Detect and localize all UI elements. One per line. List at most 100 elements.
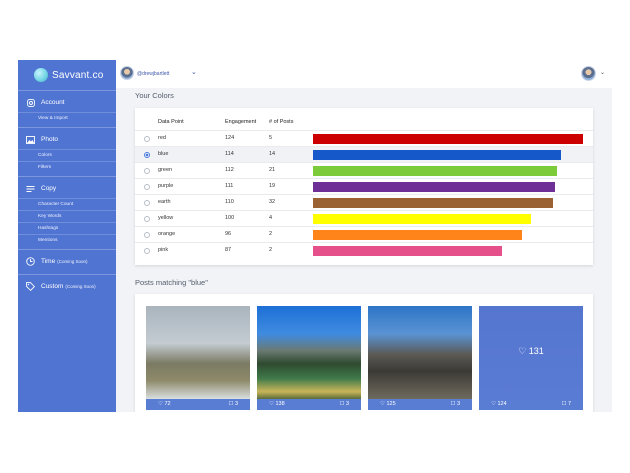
logo-mark-icon xyxy=(34,68,48,82)
posts-heading: Posts matching "blue" xyxy=(135,278,208,287)
sidebar-item-label: Custom xyxy=(41,283,64,290)
engagement-bar xyxy=(313,150,561,160)
engagement-bar xyxy=(313,214,531,224)
post-image xyxy=(146,306,250,399)
coming-soon-note: (Coming Soon) xyxy=(65,284,96,289)
comments-count: 7 xyxy=(567,401,571,407)
brand-name: Savvant.co xyxy=(52,69,104,81)
color-radio[interactable] xyxy=(144,200,150,206)
sidebar-subitem-mentions[interactable]: Mentions xyxy=(18,234,116,246)
color-radio[interactable] xyxy=(144,136,150,142)
colors-table-card: Data Point Engagement # of Posts red 124 5… xyxy=(135,108,593,265)
overlay-likes-count: 131 xyxy=(528,346,544,356)
comments-count: 3 xyxy=(234,401,238,407)
account-avatar[interactable] xyxy=(120,66,134,80)
post-tile[interactable]: ♡ 72 ☐ 3 xyxy=(146,306,250,410)
post-tile[interactable]: ♡ 138 ☐ 3 xyxy=(257,306,361,410)
engagement-value: 87 xyxy=(225,247,232,253)
sidebar-subitem-key-words[interactable]: Key Words xyxy=(18,210,116,222)
col-header-engagement: Engagement xyxy=(225,119,257,125)
color-radio[interactable] xyxy=(144,216,150,222)
chevron-down-icon[interactable]: ⌄ xyxy=(191,68,197,76)
sidebar-item-label: Copy xyxy=(41,185,57,192)
user-menu-chevron-icon[interactable]: ⌄ xyxy=(600,69,605,76)
color-name: green xyxy=(158,167,173,173)
likes-count: 124 xyxy=(497,401,507,407)
sidebar-group-time: Time (Coming Soon) xyxy=(18,249,116,274)
posts-count: 2 xyxy=(269,247,273,253)
user-avatar[interactable] xyxy=(581,66,596,81)
post-tile[interactable]: ♡ 125 ☐ 3 xyxy=(368,306,472,410)
tag-icon xyxy=(26,282,35,291)
posts-count: 2 xyxy=(269,231,273,237)
engagement-bar xyxy=(313,198,553,208)
clock-icon xyxy=(26,257,35,266)
engagement-bar xyxy=(313,166,557,176)
color-row[interactable]: red 124 5 xyxy=(135,130,593,146)
posts-count: 19 xyxy=(269,183,276,189)
engagement-value: 111 xyxy=(225,183,234,189)
sidebar-subitem-view-import[interactable]: View & Import xyxy=(18,112,116,124)
post-stats-bar: ♡ 125 ☐ 3 xyxy=(368,399,472,410)
sidebar-subitem-character-count[interactable]: Character Count xyxy=(18,198,116,210)
color-row[interactable]: earth 110 32 xyxy=(135,194,593,210)
post-image xyxy=(257,306,361,399)
color-row[interactable]: blue 114 14 xyxy=(135,146,593,162)
color-name: red xyxy=(158,135,166,141)
sidebar-item-label: Account xyxy=(41,99,65,106)
posts-count: 14 xyxy=(269,151,276,157)
color-name: yellow xyxy=(158,215,174,221)
color-name: purple xyxy=(158,183,174,189)
color-radio[interactable] xyxy=(144,168,150,174)
color-radio[interactable] xyxy=(144,152,150,158)
engagement-value: 110 xyxy=(225,199,234,205)
posts-count: 4 xyxy=(269,215,273,221)
sidebar-group-photo: Photo Colors Filters xyxy=(18,127,116,176)
sidebar-item-copy[interactable]: Copy xyxy=(18,179,116,198)
engagement-value: 96 xyxy=(225,231,232,237)
sidebar-nav: Account View & Import Photo Colors Filters Co… xyxy=(18,90,116,299)
sidebar-group-copy: Copy Character Count Key Words Hashtags Ment… xyxy=(18,176,116,249)
likes-count: 138 xyxy=(275,401,285,407)
color-radio[interactable] xyxy=(144,248,150,254)
engagement-bar xyxy=(313,134,583,144)
sidebar: Savvant.co Account View & Import Photo Colo… xyxy=(18,60,116,412)
color-row[interactable]: purple 111 19 xyxy=(135,178,593,194)
color-row[interactable]: pink 87 2 xyxy=(135,242,593,258)
sidebar-item-label: Time xyxy=(41,258,56,265)
color-row[interactable]: green 112 21 xyxy=(135,162,593,178)
heart-icon: ♡ xyxy=(518,346,529,356)
coming-soon-note: (Coming Soon) xyxy=(57,259,88,264)
account-handle[interactable]: @drewjbartlett xyxy=(137,71,169,77)
brand-logo[interactable]: Savvant.co xyxy=(18,60,116,90)
post-likes: ♡ 124 xyxy=(491,401,507,407)
post-stats-bar: ♡ 124 ☐ 7 xyxy=(479,399,583,410)
post-stats-bar: ♡ 138 ☐ 3 xyxy=(257,399,361,410)
color-radio[interactable] xyxy=(144,232,150,238)
post-tile[interactable]: ♡ 131 ♡ 124 ☐ 7 xyxy=(479,306,583,410)
image-icon xyxy=(26,135,35,144)
instagram-icon xyxy=(26,98,35,107)
color-row[interactable]: yellow 100 4 xyxy=(135,210,593,226)
posts-count: 5 xyxy=(269,135,273,141)
sidebar-group-account: Account View & Import xyxy=(18,90,116,127)
sidebar-item-time[interactable]: Time (Coming Soon) xyxy=(18,252,116,271)
post-comments: ☐ 7 xyxy=(561,401,571,407)
color-radio[interactable] xyxy=(144,184,150,190)
sidebar-item-custom[interactable]: Custom (Coming Soon) xyxy=(18,277,116,296)
sidebar-item-label: Photo xyxy=(41,136,58,143)
sidebar-item-photo[interactable]: Photo xyxy=(18,130,116,149)
sidebar-subitem-colors[interactable]: Colors xyxy=(18,149,116,161)
comments-count: 3 xyxy=(456,401,460,407)
hover-likes-overlay: ♡ 131 xyxy=(479,346,583,357)
color-row[interactable]: orange 96 2 xyxy=(135,226,593,242)
sidebar-subitem-hashtags[interactable]: Hashtags xyxy=(18,222,116,234)
col-header-data-point: Data Point xyxy=(158,119,184,125)
posts-count: 21 xyxy=(269,167,276,173)
comments-count: 3 xyxy=(345,401,349,407)
post-comments: ☐ 3 xyxy=(339,401,349,407)
posts-count: 32 xyxy=(269,199,276,205)
sidebar-subitem-filters[interactable]: Filters xyxy=(18,161,116,173)
sidebar-item-account[interactable]: Account xyxy=(18,93,116,112)
color-name: earth xyxy=(158,199,171,205)
